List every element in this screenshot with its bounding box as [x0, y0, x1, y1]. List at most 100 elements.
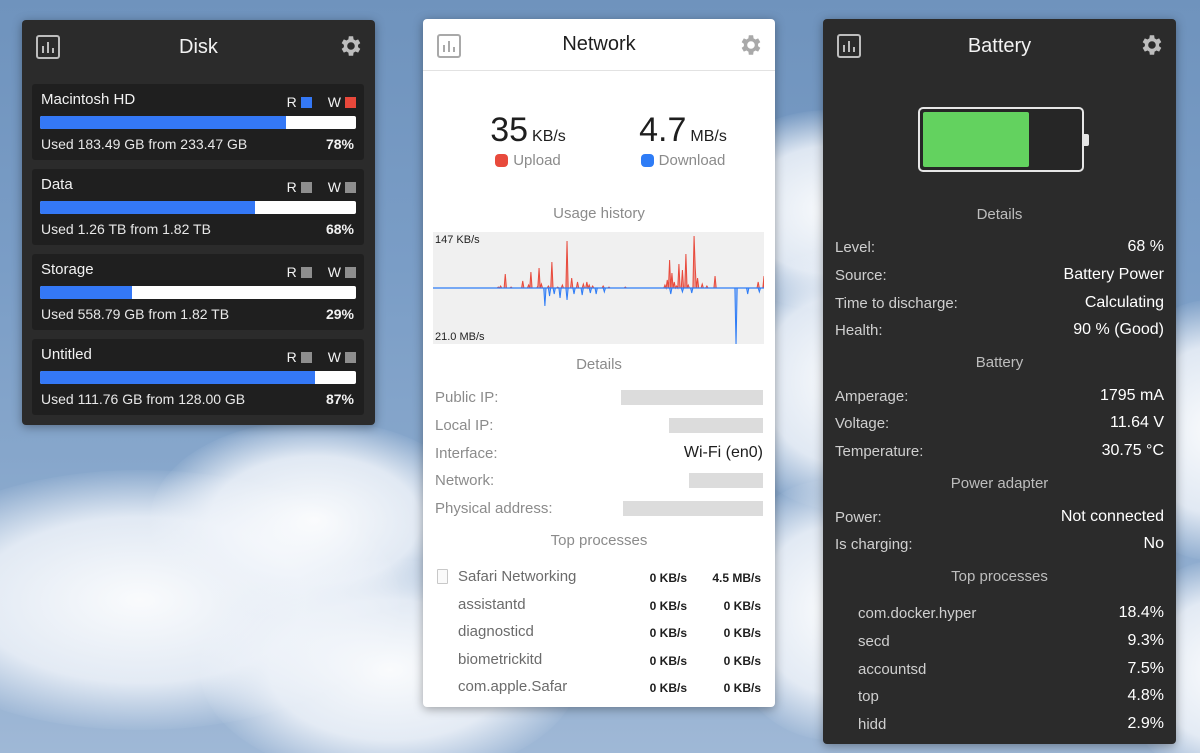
upload-label: Upload: [513, 152, 561, 169]
battery-titlebar: Battery: [823, 19, 1176, 73]
gear-icon[interactable]: [337, 33, 363, 59]
gear-icon[interactable]: [1138, 32, 1164, 58]
volume-name: Untitled: [41, 346, 92, 363]
detail-row-network: Network:: [435, 470, 763, 490]
detail-row-local-ip: Local IP:: [435, 415, 763, 435]
gear-icon[interactable]: [737, 32, 763, 58]
usage-bar-fill: [40, 116, 287, 129]
write-indicator: [345, 181, 356, 193]
usage-bar: [40, 201, 356, 214]
adapter-row: Is charging: No: [835, 535, 1164, 553]
battery-info-row: Amperage: 1795 mA: [835, 387, 1164, 405]
used-text: Used 558.79 GB from 1.82 TB: [41, 306, 230, 322]
details-heading: Details: [576, 356, 622, 373]
read-indicator: [300, 96, 312, 108]
adapter-row: Power: Not connected: [835, 508, 1164, 526]
chart-bottom-label: 21.0 MB/s: [435, 331, 485, 343]
volume-name: Macintosh HD: [41, 91, 136, 108]
upload-value: 35: [490, 111, 529, 149]
network-panel: Network 35 KB/s Upload 4.7 MB/s Download U…: [423, 19, 775, 707]
power-adapter-heading: Power adapter: [950, 475, 1049, 492]
battery-process-row[interactable]: accountsd 7.5%: [858, 659, 1164, 679]
battery-detail-row: Health: 90 % (Good): [835, 321, 1164, 339]
process-row[interactable]: diagnosticd 0 KB/s 0 KB/s: [435, 623, 763, 643]
usage-bar-fill: [40, 201, 255, 214]
battery-level-fill: [923, 112, 1029, 167]
usage-bar: [40, 371, 356, 384]
used-percent: 29%: [325, 306, 354, 322]
battery-details-heading: Details: [976, 206, 1023, 223]
detail-row-public-ip: Public IP:: [435, 387, 763, 407]
battery-detail-row: Level: 68 %: [835, 238, 1164, 256]
write-indicator: [345, 351, 356, 363]
usage-bar-fill: [40, 286, 132, 299]
used-text: Used 183.49 GB from 233.47 GB: [41, 136, 248, 152]
chart-top-label: 147 KB/s: [435, 234, 480, 246]
disk-titlebar: Disk: [22, 20, 375, 74]
detail-row-physical-address: Physical address:: [435, 498, 763, 518]
redacted-value: [689, 472, 763, 488]
top-processes-heading: Top processes: [550, 532, 648, 549]
used-percent: 68%: [325, 221, 354, 237]
upload-color-dot: [495, 154, 509, 167]
usage-history-chart: 147 KB/s 21.0 MB/s: [433, 232, 764, 344]
chart-icon[interactable]: [837, 34, 861, 58]
redacted-value: [621, 389, 763, 405]
download-value: 4.7: [639, 111, 687, 149]
used-text: Used 1.26 TB from 1.82 TB: [41, 221, 211, 237]
used-percent: 78%: [325, 136, 354, 152]
download-unit: MB/s: [690, 128, 727, 145]
upload-series-area: [433, 235, 764, 290]
document-icon: [437, 569, 448, 584]
usage-bar: [40, 116, 356, 129]
used-text: Used 111.76 GB from 128.00 GB: [41, 391, 246, 407]
read-write-indicators: RW: [287, 264, 356, 280]
battery-process-row[interactable]: top 4.8%: [858, 686, 1164, 706]
disk-volume-card[interactable]: Storage RW Used 558.79 GB from 1.82 TB 2…: [32, 254, 364, 330]
battery-section-heading: Battery: [975, 354, 1024, 371]
volume-name: Storage: [41, 261, 94, 278]
redacted-value: [669, 417, 763, 433]
upload-speed: 35 KB/s Upload: [463, 111, 593, 169]
chart-icon[interactable]: [36, 35, 60, 59]
process-row[interactable]: biometrickitd 0 KB/s 0 KB/s: [435, 651, 763, 671]
usage-bar-fill: [40, 371, 315, 384]
volume-name: Data: [41, 176, 73, 193]
disk-volume-card[interactable]: Data RW Used 1.26 TB from 1.82 TB 68%: [32, 169, 364, 245]
disk-volume-card[interactable]: Untitled RW Used 111.76 GB from 128.00 G…: [32, 339, 364, 415]
network-title: Network: [562, 33, 636, 55]
write-indicator: [345, 266, 356, 278]
process-row[interactable]: assistantd 0 KB/s 0 KB/s: [435, 596, 763, 616]
battery-process-row[interactable]: secd 9.3%: [858, 631, 1164, 651]
process-row[interactable]: Safari Networking 0 KB/s 4.5 MB/s: [435, 568, 763, 588]
battery-panel: Battery Details Level: 68 % Source: Batter…: [823, 19, 1176, 744]
battery-detail-row: Time to discharge: Calculating: [835, 294, 1164, 312]
upload-unit: KB/s: [532, 128, 566, 145]
used-percent: 87%: [325, 391, 354, 407]
download-label: Download: [658, 152, 726, 169]
chart-icon[interactable]: [437, 34, 461, 58]
battery-info-row: Temperature: 30.75 °C: [835, 442, 1164, 460]
download-color-dot: [640, 154, 654, 167]
process-row[interactable]: com.apple.Safar 0 KB/s 0 KB/s: [435, 678, 763, 698]
battery-process-row[interactable]: hidd 2.9%: [858, 714, 1164, 734]
read-write-indicators: RW: [287, 349, 356, 365]
read-write-indicators: RW: [287, 94, 356, 110]
write-indicator: [345, 96, 356, 108]
battery-info-row: Voltage: 11.64 V: [835, 414, 1164, 432]
battery-icon: [918, 107, 1089, 172]
battery-top-processes-heading: Top processes: [951, 568, 1048, 585]
usage-history-heading: Usage history: [553, 205, 645, 222]
battery-terminal: [1084, 134, 1089, 146]
redacted-value: [623, 500, 763, 516]
disk-title: Disk: [179, 35, 218, 58]
network-titlebar: Network: [423, 19, 775, 71]
battery-title: Battery: [967, 34, 1032, 57]
disk-volume-card[interactable]: Macintosh HD RW Used 183.49 GB from 233.…: [32, 84, 364, 160]
read-indicator: [300, 351, 312, 363]
read-write-indicators: RW: [287, 179, 356, 195]
battery-process-row[interactable]: com.docker.hyper 18.4%: [858, 603, 1164, 623]
disk-panel: Disk Macintosh HD RW Used 183.49 GB from…: [22, 20, 375, 425]
detail-row-interface: Interface: Wi-Fi (en0): [435, 444, 763, 462]
download-speed: 4.7 MB/s Download: [618, 111, 748, 169]
